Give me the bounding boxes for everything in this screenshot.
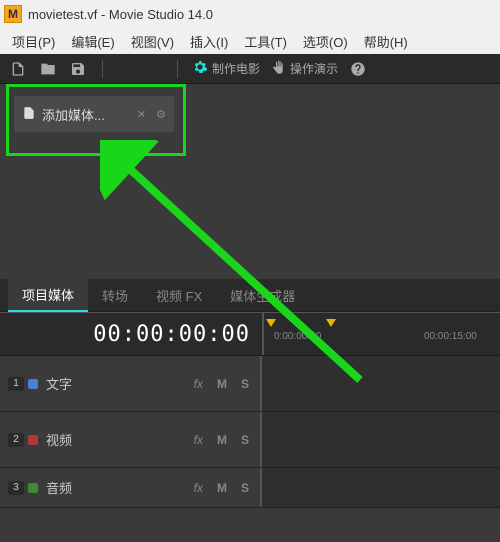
toolbar: 制作电影 操作演示 (0, 54, 500, 84)
make-movie-label: 制作电影 (212, 60, 260, 77)
timecode-area: 00:00:00:00 (0, 313, 262, 355)
track-lane[interactable] (262, 468, 500, 507)
track-solo-button[interactable]: S (241, 481, 249, 495)
timeline-header: 00:00:00:00 0:00:00:00 00:00:15:00 (0, 312, 500, 356)
close-icon[interactable]: ✕ (137, 108, 146, 121)
separator (177, 60, 178, 78)
track-solo-button[interactable]: S (241, 377, 249, 391)
save-icon[interactable] (68, 59, 88, 79)
make-movie-button[interactable]: 制作电影 (192, 59, 260, 78)
menu-help[interactable]: 帮助(H) (356, 30, 416, 53)
media-tabs: 项目媒体 转场 视频 FX 媒体生成器 (0, 279, 500, 311)
track-mute-button[interactable]: M (217, 481, 227, 495)
track-row: 2 视频 fx M S (0, 412, 500, 468)
add-media-button[interactable]: 添加媒体... ✕ ⚙ (14, 96, 174, 132)
menu-tools[interactable]: 工具(T) (236, 30, 295, 53)
track-color-icon (28, 435, 38, 445)
hand-icon (270, 59, 286, 78)
track-name[interactable]: 视频 (46, 430, 183, 449)
menu-edit[interactable]: 编辑(E) (63, 30, 122, 53)
track-mute-button[interactable]: M (217, 433, 227, 447)
track-row: 1 文字 fx M S (0, 356, 500, 412)
menu-options[interactable]: 选项(O) (295, 30, 356, 53)
demo-label: 操作演示 (290, 60, 338, 77)
track-fx-button[interactable]: fx (194, 433, 203, 447)
track-mute-button[interactable]: M (217, 377, 227, 391)
gear-icon[interactable]: ⚙ (156, 108, 166, 121)
track-header[interactable]: 3 音频 fx M S (0, 468, 262, 507)
help-icon[interactable] (348, 59, 368, 79)
document-icon (22, 106, 36, 123)
menu-bar: 项目(P) 编辑(E) 视图(V) 插入(I) 工具(T) 选项(O) 帮助(H… (0, 28, 500, 54)
track-number-badge: 2 (8, 433, 38, 447)
track-fx-button[interactable]: fx (194, 377, 203, 391)
region-marker-icon[interactable] (326, 319, 336, 327)
menu-view[interactable]: 视图(V) (123, 30, 182, 53)
open-folder-icon[interactable] (38, 59, 58, 79)
tab-project-media[interactable]: 项目媒体 (8, 279, 88, 312)
track-name[interactable]: 音频 (46, 478, 183, 497)
new-file-icon[interactable] (8, 59, 28, 79)
track-name[interactable]: 文字 (46, 374, 183, 393)
ruler-tick: 0:00:00:00 (274, 331, 321, 342)
playhead-marker-icon[interactable] (266, 319, 276, 327)
track-header[interactable]: 1 文字 fx M S (0, 356, 262, 411)
tab-video-fx[interactable]: 视频 FX (142, 280, 216, 311)
app-logo: M (4, 5, 22, 23)
title-bar: M movietest.vf - Movie Studio 14.0 (0, 0, 500, 28)
track-row: 3 音频 fx M S (0, 468, 500, 508)
demo-button[interactable]: 操作演示 (270, 59, 338, 78)
track-number-badge: 3 (8, 481, 38, 495)
track-fx-button[interactable]: fx (194, 481, 203, 495)
track-color-icon (28, 379, 38, 389)
menu-project[interactable]: 项目(P) (4, 30, 63, 53)
track-lane[interactable] (262, 412, 500, 467)
track-header[interactable]: 2 视频 fx M S (0, 412, 262, 467)
gear-icon (192, 59, 208, 78)
timecode-display[interactable]: 00:00:00:00 (93, 322, 250, 347)
track-number-badge: 1 (8, 377, 38, 391)
tab-transitions[interactable]: 转场 (88, 280, 142, 311)
timeline-ruler[interactable]: 0:00:00:00 00:00:15:00 (262, 313, 500, 355)
media-panel: 添加媒体... ✕ ⚙ 项目媒体 转场 视频 FX 媒体生成器 (0, 84, 500, 312)
track-solo-button[interactable]: S (241, 433, 249, 447)
track-color-icon (28, 483, 38, 493)
add-media-label: 添加媒体... (42, 105, 105, 124)
track-lane[interactable] (262, 356, 500, 411)
window-title: movietest.vf - Movie Studio 14.0 (28, 7, 213, 22)
tab-media-generators[interactable]: 媒体生成器 (216, 280, 309, 311)
ruler-tick: 00:00:15:00 (424, 331, 477, 342)
menu-insert[interactable]: 插入(I) (182, 30, 236, 53)
separator (102, 60, 103, 78)
